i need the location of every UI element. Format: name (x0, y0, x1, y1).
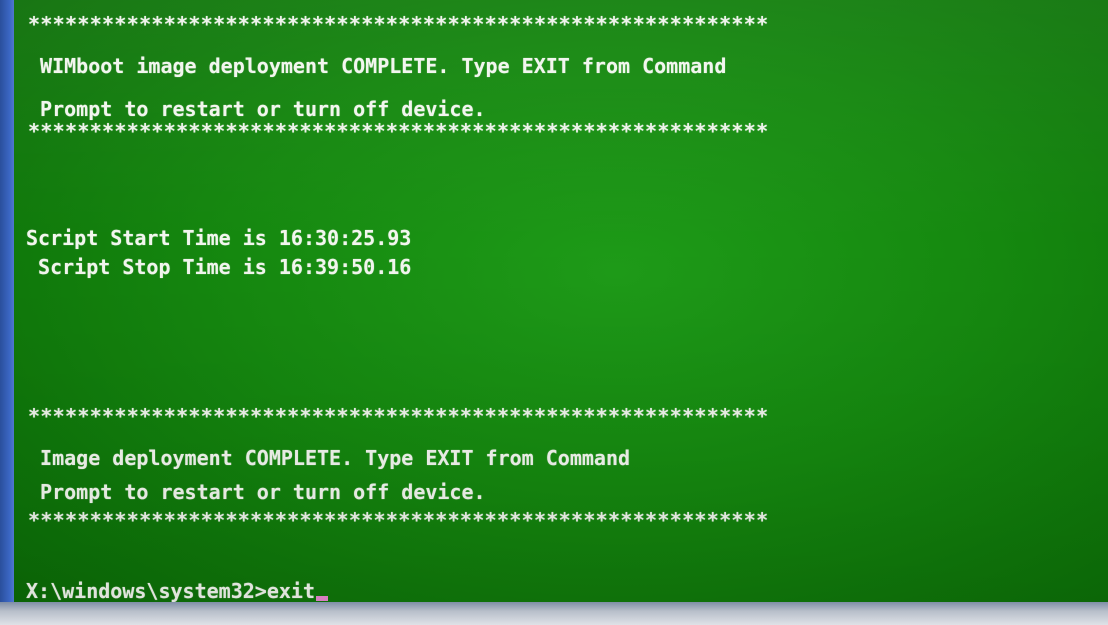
prompt-input[interactable]: exit (267, 579, 315, 603)
photo-frame: ****************************************… (0, 0, 1108, 625)
script-start-time: Script Start Time is 16:30:25.93 (26, 226, 412, 250)
text-cursor (316, 596, 328, 601)
banner2-top-border: ****************************************… (28, 404, 769, 428)
banner1-bottom-border: ****************************************… (28, 119, 769, 143)
prompt-path: X:\windows\system32> (26, 579, 267, 603)
banner1-top-border: ****************************************… (28, 12, 769, 36)
console-output: ****************************************… (14, 0, 768, 603)
command-prompt-line[interactable]: X:\windows\system32>exit (26, 577, 328, 604)
banner1-line1: WIMboot image deployment COMPLETE. Type … (28, 54, 727, 78)
command-prompt-window[interactable]: ****************************************… (14, 0, 1108, 604)
banner2-bottom-border: ****************************************… (28, 508, 769, 532)
banner2-line1: Image deployment COMPLETE. Type EXIT fro… (28, 446, 631, 470)
script-stop-time: Script Stop Time is 16:39:50.16 (26, 255, 412, 279)
monitor-bezel-bottom (0, 602, 1108, 625)
banner2-line2: Prompt to restart or turn off device. (28, 480, 486, 504)
